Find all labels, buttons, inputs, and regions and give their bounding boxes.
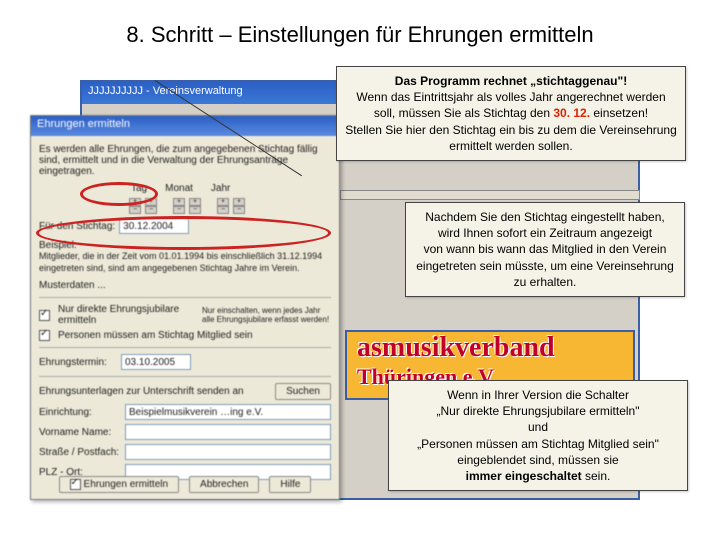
callout1-line3: Stellen Sie hier den Stichtag ein bis zu… (345, 122, 677, 154)
stepper-year[interactable]: +− (217, 198, 229, 214)
highlight-ellipse-stichtag (80, 182, 158, 206)
callout3-line2: „Nur direkte Ehrungsjubilare ermitteln" (397, 403, 679, 419)
checkbox-direkte-jubilare[interactable] (39, 310, 50, 321)
label-unterlagen: Ehrungsunterlagen zur Unterschrift sende… (39, 386, 271, 397)
field-vorname[interactable] (125, 424, 331, 440)
stepper-month[interactable]: +− (173, 198, 185, 214)
callout3-line3: und (397, 419, 679, 435)
callout1-body: Wenn das Eintrittsjahr als volles Jahr a… (345, 89, 677, 121)
label-musterdaten: Musterdaten ... (39, 280, 331, 291)
hint-chk1: Nur einschalten, wenn jedes Jahr alle Eh… (202, 306, 331, 324)
beispiel-text: Mitglieder, die in der Zeit vom 01.01.19… (39, 251, 331, 274)
separator-2 (39, 347, 331, 348)
label-jahr: Jahr (211, 183, 230, 194)
stepper-month2[interactable]: +− (189, 198, 201, 214)
field-einrichtung[interactable]: Beispielmusikverein …ing e.V. (125, 404, 331, 420)
hilfe-button[interactable]: Hilfe (269, 476, 311, 493)
label-ehrungstermin: Ehrungstermin: (39, 357, 117, 368)
callout-schalter: Wenn in Ihrer Version die Schalter „Nur … (388, 380, 688, 491)
label-chk1: Nur direkte Ehrungsjubilare ermitteln (58, 304, 198, 326)
callout3-line1: Wenn in Ihrer Version die Schalter (397, 387, 679, 403)
label-monat: Monat (165, 183, 193, 194)
callout3-line4: „Personen müssen am Stichtag Mitglied se… (397, 436, 679, 452)
check-icon (70, 479, 81, 490)
field-strasse[interactable] (125, 444, 331, 460)
label-einrichtung: Einrichtung: (39, 407, 121, 418)
slide: 8. Schritt – Einstellungen für Ehrungen … (0, 0, 720, 540)
callout1-title: Das Programm rechnet „stichtaggenau"! (345, 73, 677, 89)
callout2-line2: von wann bis wann das Mitglied in den Ve… (414, 241, 676, 290)
label-vorname: Vorname Name: (39, 427, 121, 438)
dialog-titlebar: Ehrungen ermitteln (31, 116, 339, 136)
dialog-body: Es werden alle Ehrungen, die zum angegeb… (31, 136, 339, 492)
callout3-line5: eingeblendet sind, müssen sie (397, 452, 679, 468)
field-ehrungstermin[interactable]: 03.10.2005 (121, 354, 191, 370)
callout3-line6: immer eingeschaltet sein. (397, 468, 679, 484)
suchen-button[interactable]: Suchen (275, 383, 331, 400)
separator-3 (39, 376, 331, 377)
label-strasse: Straße / Postfach: (39, 447, 121, 458)
dialog-buttons: Ehrungen ermitteln Abbrechen Hilfe (31, 476, 339, 493)
abbrechen-button[interactable]: Abbrechen (189, 476, 259, 493)
checkbox-mitglied-stichtag[interactable] (39, 330, 50, 341)
callout2-line1: Nachdem Sie den Stichtag eingestellt hab… (414, 209, 676, 241)
slide-title: 8. Schritt – Einstellungen für Ehrungen … (0, 22, 720, 48)
separator (39, 297, 331, 298)
callout-stichtag: Das Programm rechnet „stichtaggenau"! We… (336, 66, 686, 161)
label-chk2: Personen müssen am Stichtag Mitglied sei… (58, 330, 253, 341)
dialog-intro: Es werden alle Ehrungen, die zum angegeb… (39, 144, 331, 177)
stepper-year2[interactable]: +− (233, 198, 245, 214)
logo-text-1: asmusikverband (347, 332, 633, 364)
highlight-ellipse-beispiel (36, 216, 331, 250)
callout-zeitraum: Nachdem Sie den Stichtag eingestellt hab… (405, 202, 685, 297)
app-toolbar-fragment (340, 190, 640, 200)
dialog-ehrungen-ermitteln: Ehrungen ermitteln Es werden alle Ehrung… (30, 115, 340, 500)
ermitteln-button[interactable]: Ehrungen ermitteln (59, 476, 180, 493)
